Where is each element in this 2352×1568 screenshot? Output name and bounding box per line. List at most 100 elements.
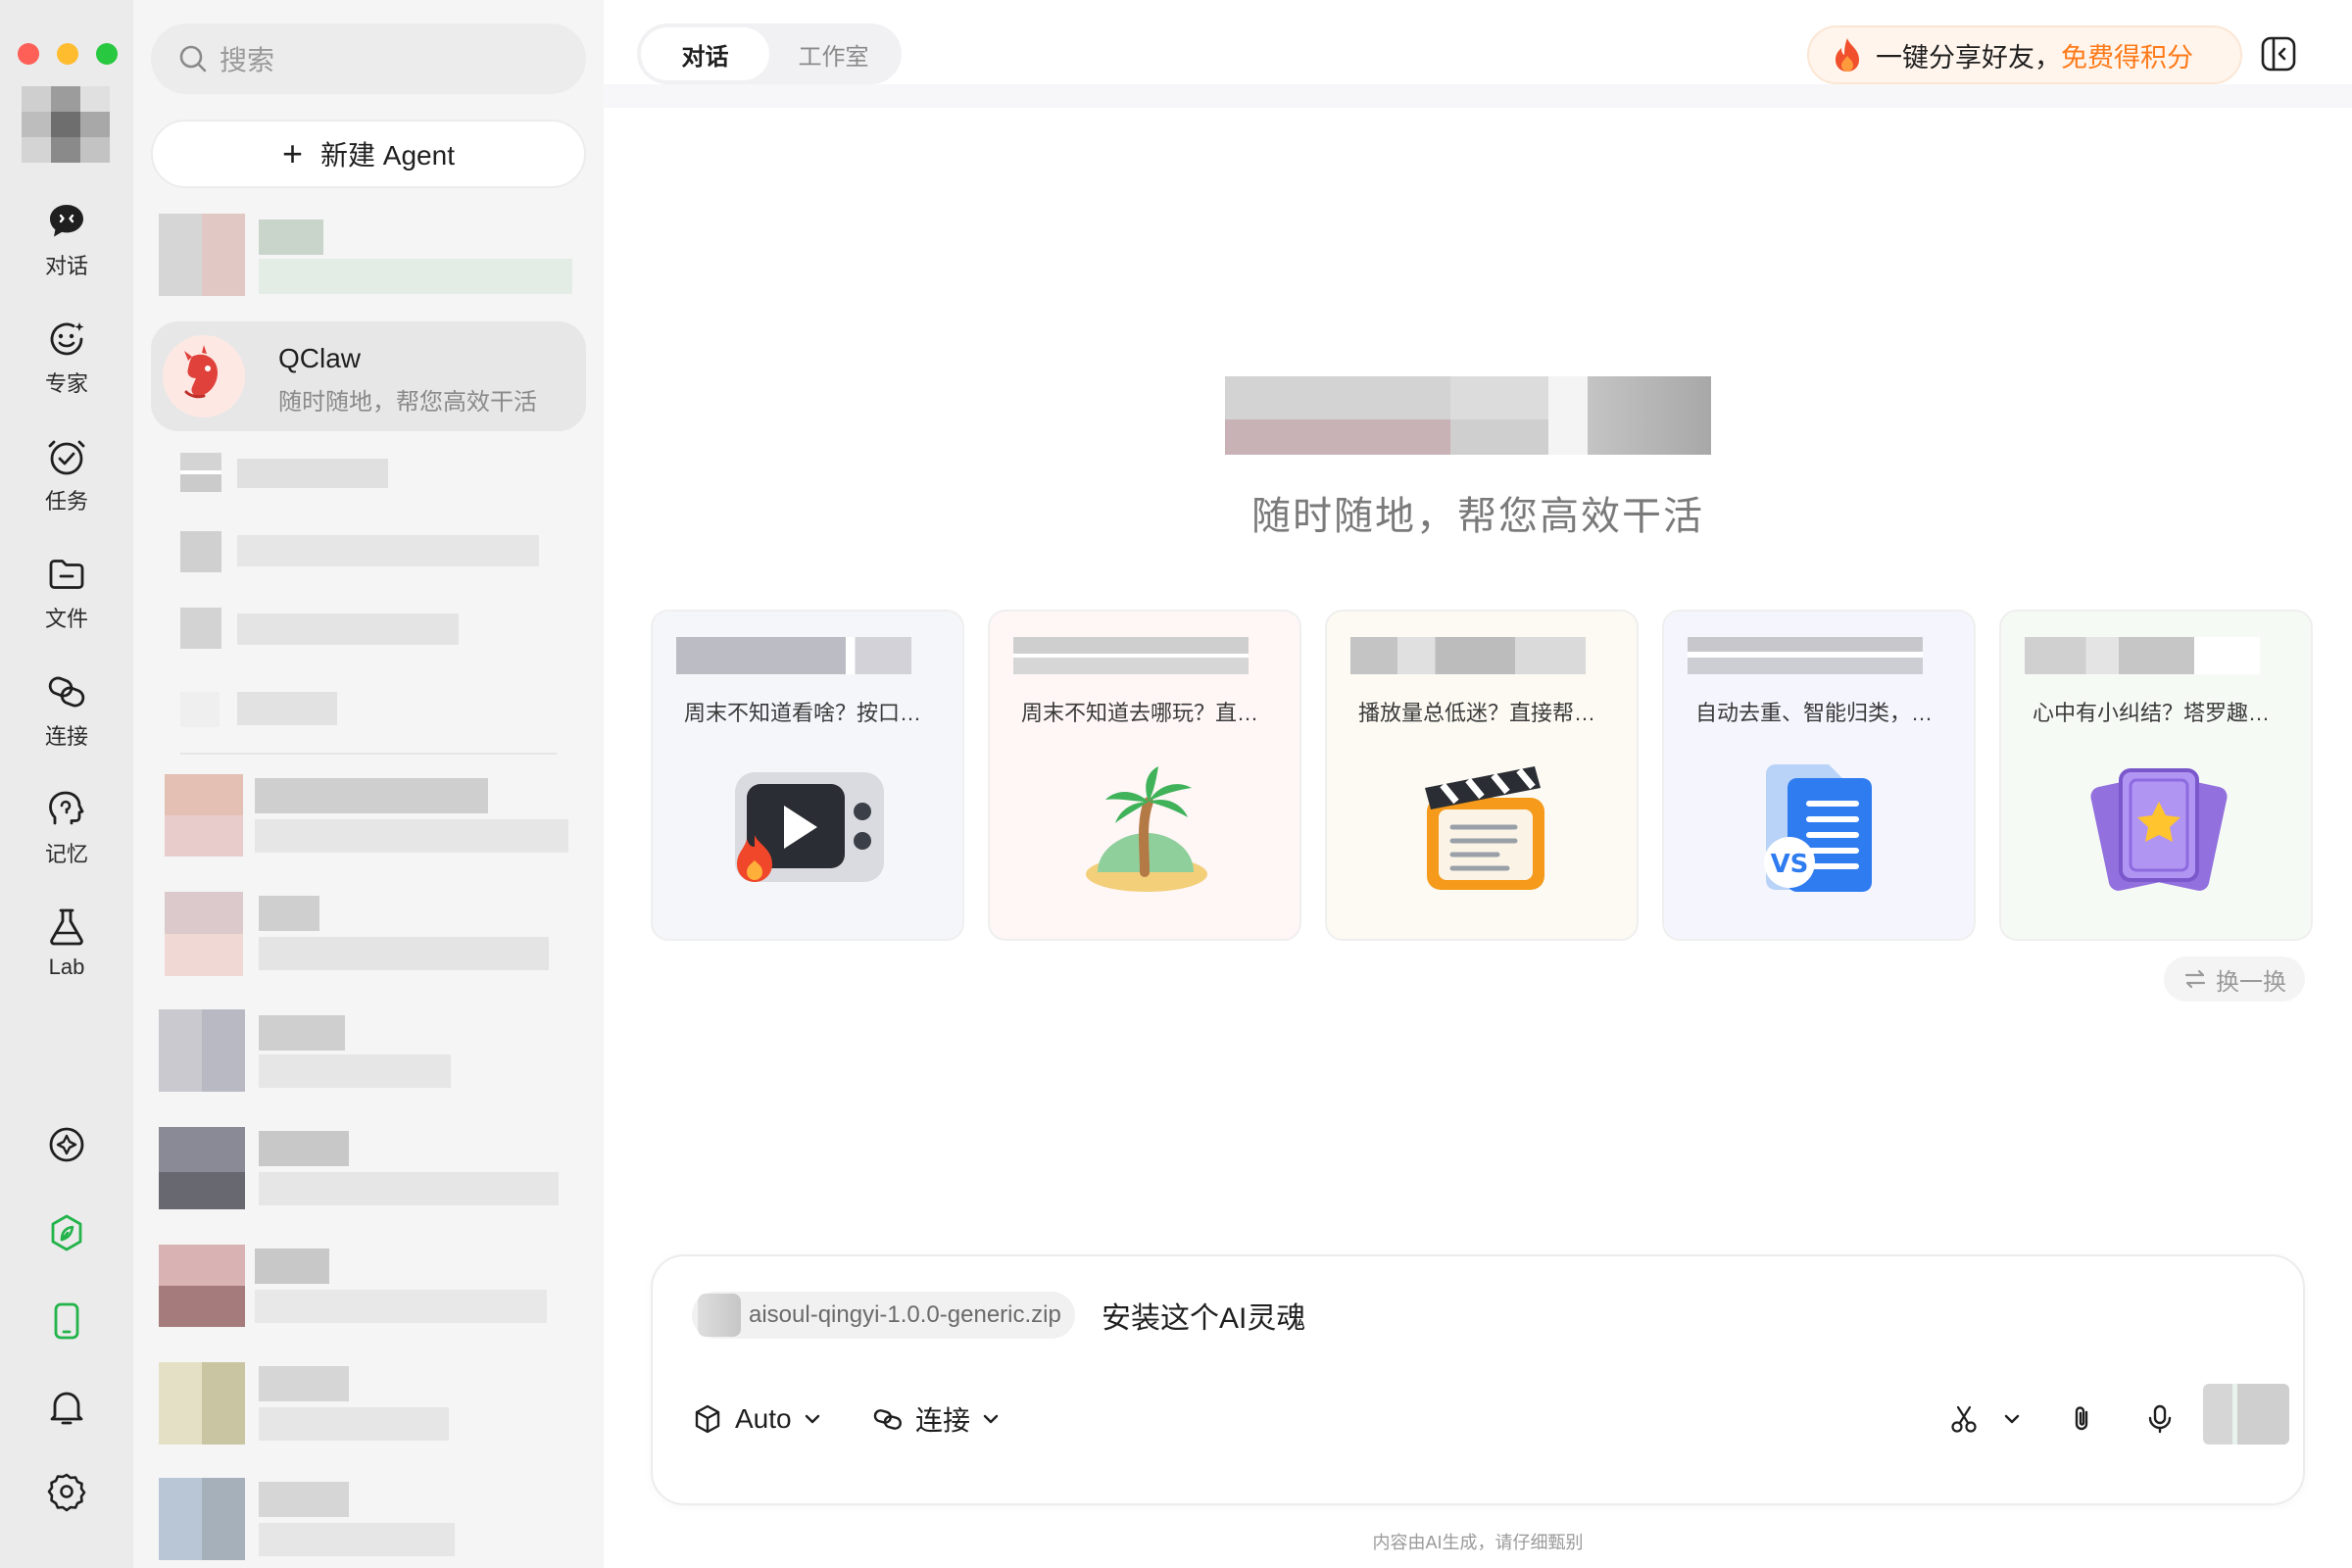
swap-icon [2184, 969, 2206, 989]
nav-task[interactable]: 任务 [0, 435, 133, 515]
paperclip-icon [2075, 1406, 2088, 1431]
suggestion-card[interactable]: 周末不知道看啥？按口味推荐，直接列出片单 [651, 610, 964, 941]
avatar [159, 1009, 245, 1092]
settings-icon[interactable] [45, 1470, 88, 1513]
agent-name: QClaw [278, 343, 362, 373]
microphone-icon [2148, 1404, 2172, 1434]
document-vs-icon: VS [1764, 764, 1872, 892]
suggestion-card[interactable]: 自动去重、智能归类，整理你的文档 VS [1662, 610, 1976, 941]
card-description: 播放量总低迷？直接帮你分析爆款选题 [1358, 701, 1609, 725]
expert-icon [50, 322, 84, 356]
list-item-subtitle [259, 1523, 455, 1556]
new-agent-button[interactable]: + 新建 Agent [151, 120, 586, 188]
clapperboard-icon [1425, 766, 1544, 890]
maximize-window-button[interactable] [96, 43, 118, 65]
list-item[interactable] [259, 1015, 345, 1051]
nav-expert[interactable]: 专家 [0, 318, 133, 398]
share-highlight: 免费得积分 [2061, 42, 2193, 73]
sidebar-toggle-icon[interactable] [2260, 35, 2297, 73]
user-avatar[interactable] [22, 86, 110, 163]
list-item[interactable] [237, 459, 388, 488]
nav-task-label: 任务 [44, 489, 88, 514]
list-item-icon [180, 453, 221, 492]
refresh-suggestions-button[interactable]: 换一换 [2164, 956, 2305, 1002]
list-item-subtitle [259, 1054, 451, 1088]
agent-sidebar: 搜索 + 新建 Agent QClaw 随时随地，帮您高效干活 [133, 0, 604, 1568]
agent-item-qclaw[interactable]: QClaw 随时随地，帮您高效干活 [151, 321, 586, 431]
phone-icon[interactable] [45, 1299, 88, 1343]
scissors-icon [1951, 1405, 1977, 1433]
share-promo-button[interactable]: 一键分享好友， 免费得积分 [1807, 25, 2242, 84]
task-icon [48, 440, 85, 475]
leaf-icon[interactable] [45, 1211, 88, 1254]
message-input[interactable]: 安装这个AI灵魂 [1102, 1294, 1305, 1337]
share-text: 一键分享好友， [1876, 42, 2061, 73]
bell-icon[interactable] [45, 1386, 88, 1429]
message-composer[interactable]: aisoul-qingyi-1.0.0-generic.zip 安装这个AI灵魂… [651, 1254, 2305, 1505]
tv-fire-icon [735, 772, 884, 882]
search-input[interactable]: 搜索 [151, 24, 586, 94]
list-item[interactable] [237, 692, 337, 725]
connect-label: 连接 [915, 1405, 971, 1436]
ai-disclaimer: 内容由AI生成，请仔细甄别 [1372, 1533, 1584, 1552]
nav-chat[interactable]: 对话 [0, 200, 133, 280]
compass-icon[interactable] [45, 1123, 88, 1166]
nav-memory[interactable]: 记忆 [0, 788, 133, 868]
nav-connect[interactable]: 连接 [0, 670, 133, 751]
tab-chat[interactable]: 对话 [641, 27, 769, 80]
hero-title [1225, 376, 1711, 455]
divider [180, 753, 557, 755]
list-item-subtitle [255, 1290, 547, 1323]
list-item[interactable] [237, 613, 459, 645]
chat-icon [50, 205, 83, 237]
attach-file-button[interactable] [2066, 1396, 2097, 1443]
nav-files-label: 文件 [44, 607, 88, 631]
list-item-icon [180, 692, 220, 727]
clip-tool-dropdown[interactable] [2001, 1396, 2023, 1443]
card-title [2025, 637, 2260, 674]
palm-island-icon [1086, 766, 1207, 892]
hero-subtitle: 随时随地，帮您高效干活 [1251, 495, 1704, 538]
list-item[interactable] [255, 1249, 329, 1284]
nav-expert-label: 专家 [44, 371, 88, 396]
send-button[interactable] [2203, 1384, 2289, 1445]
main-panel: 对话 工作室 一键分享好友， 免费得积分 随时随地，帮您高效干活 周末不知道看啥… [604, 0, 2352, 1568]
search-icon [179, 45, 207, 73]
suggestion-card[interactable]: 播放量总低迷？直接帮你分析爆款选题 [1325, 610, 1639, 941]
nav-files[interactable]: 文件 [0, 553, 133, 633]
list-item[interactable] [259, 1131, 349, 1166]
avatar [159, 214, 245, 296]
cube-icon [695, 1404, 720, 1434]
chevron-down-icon [2004, 1414, 2020, 1424]
folder-icon [49, 560, 84, 589]
list-item[interactable] [237, 535, 539, 566]
attachment-chip[interactable]: aisoul-qingyi-1.0.0-generic.zip [692, 1292, 1075, 1339]
suggestion-card[interactable]: 周末不知道去哪玩？直接推荐附近好去处 [988, 610, 1301, 941]
card-title [1688, 637, 1923, 674]
list-item[interactable] [259, 1366, 349, 1401]
suggestion-card[interactable]: 心中有小纠结？塔罗趣味占卜帮你解惑 [1999, 610, 2313, 941]
avatar [159, 1478, 245, 1560]
model-selector[interactable]: Auto [692, 1396, 823, 1443]
icon-rail: 对话 专家 任务 文件 连接 记忆 Lab [0, 0, 133, 1568]
close-window-button[interactable] [18, 43, 39, 65]
avatar [159, 1362, 245, 1445]
avatar [165, 892, 243, 976]
voice-input-button[interactable] [2144, 1396, 2176, 1443]
tab-studio[interactable]: 工作室 [769, 27, 898, 80]
connect-selector[interactable]: 连接 [872, 1396, 1002, 1443]
nav-connect-label: 连接 [44, 724, 88, 749]
fire-icon [1836, 38, 1859, 72]
clip-tool-button[interactable] [1948, 1396, 1980, 1443]
minimize-window-button[interactable] [57, 43, 78, 65]
qclaw-logo [163, 335, 245, 417]
list-item[interactable] [259, 1482, 349, 1517]
tarot-cards-icon [2090, 768, 2228, 891]
nav-lab[interactable]: Lab [0, 906, 133, 980]
card-description: 自动去重、智能归类，整理你的文档 [1695, 701, 1946, 725]
avatar [159, 1245, 245, 1327]
agent-description: 随时随地，帮您高效干活 [278, 389, 537, 416]
list-item[interactable] [255, 778, 488, 813]
top-bar: 对话 工作室 一键分享好友， 免费得积分 [604, 0, 2352, 108]
list-item[interactable] [259, 896, 319, 931]
